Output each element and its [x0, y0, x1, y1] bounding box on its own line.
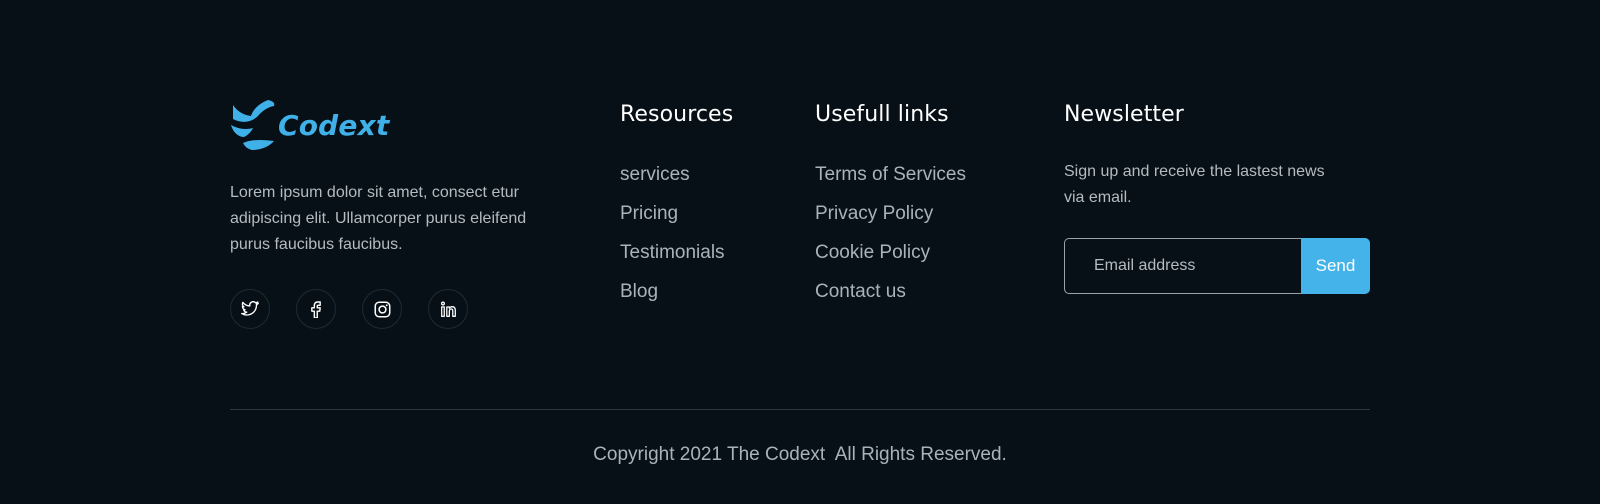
newsletter-description: Sign up and receive the lastest news via… — [1064, 163, 1325, 206]
brand-name: Codext — [278, 108, 390, 142]
resources-link-pricing[interactable]: Pricing — [620, 203, 678, 224]
link-contact-us[interactable]: Contact us — [815, 281, 906, 302]
resources-list: services Pricing Testimonials Blog — [620, 163, 733, 303]
facebook-link[interactable] — [296, 289, 336, 329]
link-terms-of-services[interactable]: Terms of Services — [815, 164, 966, 185]
footer-divider — [230, 409, 1370, 410]
copyright-text: Copyright 2021 The Codext All Rights Res… — [593, 444, 1007, 465]
codext-logo-icon — [231, 100, 275, 150]
linkedin-link[interactable] — [428, 289, 468, 329]
twitter-icon — [241, 301, 259, 316]
twitter-link[interactable] — [230, 289, 270, 329]
instagram-link[interactable] — [362, 289, 402, 329]
resources-link-testimonials[interactable]: Testimonials — [620, 242, 725, 263]
site-footer: Codext Lorem ipsum dolor sit amet, conse… — [0, 0, 1600, 504]
useful-links-column: Usefull links Terms of Services Privacy … — [815, 101, 966, 319]
email-input[interactable] — [1064, 238, 1301, 294]
brand-description: Lorem ipsum dolor sit amet, consect etur… — [230, 184, 527, 253]
send-button[interactable]: Send — [1301, 238, 1370, 294]
linkedin-icon — [440, 301, 456, 317]
useful-links-heading: Usefull links — [815, 102, 949, 127]
link-privacy-policy[interactable]: Privacy Policy — [815, 203, 933, 224]
resources-column: Resources services Pricing Testimonials … — [620, 101, 733, 319]
social-links — [230, 289, 530, 329]
link-cookie-policy[interactable]: Cookie Policy — [815, 242, 930, 263]
resources-link-services[interactable]: services — [620, 164, 690, 185]
newsletter-column: Newsletter Sign up and receive the laste… — [1064, 101, 1370, 294]
resources-heading: Resources — [620, 102, 734, 127]
newsletter-heading: Newsletter — [1064, 102, 1184, 127]
resources-link-blog[interactable]: Blog — [620, 281, 658, 302]
brand-logo[interactable]: Codext — [230, 98, 530, 152]
instagram-icon — [374, 301, 390, 317]
facebook-icon — [311, 300, 321, 318]
useful-links-list: Terms of Services Privacy Policy Cookie … — [815, 163, 966, 303]
brand-block: Codext Lorem ipsum dolor sit amet, conse… — [230, 98, 530, 329]
newsletter-form: Send — [1064, 238, 1370, 294]
